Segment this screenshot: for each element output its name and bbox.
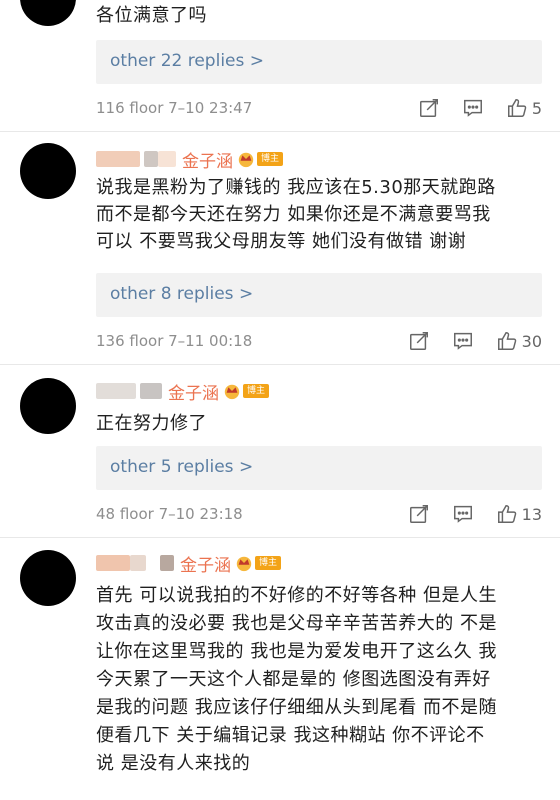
comment-line: 各位满意了吗: [96, 5, 207, 26]
divider: [0, 537, 560, 538]
like-count: 5: [531, 98, 542, 118]
poster-name[interactable]: 金子涵: [180, 551, 231, 576]
floor-info: 48 floor 7–10 23:18: [96, 505, 243, 523]
comment-line: 说 是没有人来找的: [96, 753, 251, 774]
replies-link[interactable]: other 5 replies >: [110, 457, 253, 477]
poster-name[interactable]: 金子涵: [182, 147, 233, 172]
comment-line: 让你在这里骂我的 我也是为爱发电开了这么久 我: [96, 641, 497, 662]
comment-line: 首先 可以说我拍的不好修的不好等各种 但是人生: [96, 585, 497, 606]
blurred-username: [144, 151, 158, 167]
comment-line: 正在努力修了: [96, 413, 207, 434]
comment-header: 金子涵 博主: [96, 551, 282, 576]
edit-icon: [409, 505, 428, 523]
like-count: 13: [521, 504, 542, 524]
like-button[interactable]: 5: [506, 97, 542, 119]
divider: [0, 131, 560, 132]
comment-meta: 116 floor 7–10 23:47 5: [96, 96, 542, 120]
floor-info: 116 floor 7–10 23:47: [96, 99, 253, 117]
comment-line: 便看几下 关于编辑记录 我这种糊站 你不评论不: [96, 725, 485, 746]
comment-line: 攻击真的没必要 我也是父母辛辛苦苦养大的 不是: [96, 613, 497, 634]
comment-text: 正在努力修了: [96, 410, 540, 437]
comment-button[interactable]: [452, 503, 474, 525]
share-button[interactable]: [408, 503, 430, 525]
edit-icon: [419, 99, 438, 117]
blurred-username: [96, 555, 130, 571]
comment-header: 金子涵 博主: [96, 379, 270, 404]
comment-header: 金子涵 博主: [96, 147, 284, 172]
replies-link[interactable]: other 22 replies >: [110, 51, 264, 71]
blurred-username: [130, 555, 146, 571]
avatar[interactable]: [20, 378, 76, 434]
avatar[interactable]: [20, 550, 76, 606]
crown-icon: [224, 384, 240, 400]
comment-line: 说我是黑粉为了赚钱的 我应该在5.30那天就跑路: [96, 177, 496, 198]
like-button[interactable]: 30: [496, 330, 542, 352]
avatar[interactable]: [20, 0, 76, 26]
thumbs-up-icon: [507, 99, 527, 117]
comment-meta: 136 floor 7–11 00:18 30: [96, 329, 542, 353]
comment-icon: [463, 99, 482, 117]
replies-box[interactable]: other 5 replies >: [96, 446, 542, 490]
edit-icon: [409, 332, 428, 350]
replies-link[interactable]: other 8 replies >: [110, 284, 253, 304]
comment-meta: 48 floor 7–10 23:18 13: [96, 502, 542, 526]
avatar[interactable]: [20, 143, 76, 199]
author-badge: 博主: [257, 152, 284, 166]
blurred-username: [160, 555, 174, 571]
like-count: 30: [521, 331, 542, 351]
comment-text: 各位满意了吗: [96, 2, 540, 29]
blurred-username: [140, 383, 162, 399]
comment-text: 首先 可以说我拍的不好修的不好等各种 但是人生 攻击真的没必要 我也是父母辛辛苦…: [96, 582, 540, 778]
comment-icon: [453, 505, 472, 523]
replies-box[interactable]: other 22 replies >: [96, 40, 542, 84]
comment-line: 而不是都今天还在努力 如果你还是不满意要骂我: [96, 204, 491, 225]
comment-line: 是我的问题 我应该仔仔细细从头到尾看 而不是随: [96, 697, 497, 718]
poster-name[interactable]: 金子涵: [168, 379, 219, 404]
share-button[interactable]: [418, 97, 440, 119]
divider: [0, 364, 560, 365]
thumbs-up-icon: [497, 505, 516, 523]
share-button[interactable]: [408, 330, 430, 352]
thumbs-up-icon: [497, 332, 516, 350]
comment-button[interactable]: [452, 330, 474, 352]
floor-info: 136 floor 7–11 00:18: [96, 332, 253, 350]
author-badge: 博主: [243, 384, 270, 398]
blurred-username: [96, 383, 136, 399]
author-badge: 博主: [255, 556, 282, 570]
crown-icon: [236, 556, 252, 572]
blurred-username: [158, 151, 176, 167]
blurred-username: [96, 151, 140, 167]
crown-icon: [238, 152, 254, 168]
comment-icon: [453, 332, 472, 350]
comment-line: 可以 不要骂我父母朋友等 她们没有做错 谢谢: [96, 231, 467, 252]
comment-button[interactable]: [462, 97, 484, 119]
comment-text: 说我是黑粉为了赚钱的 我应该在5.30那天就跑路 而不是都今天还在努力 如果你还…: [96, 174, 540, 255]
comment-line: 今天累了一天这个人都是晕的 修图选图没有弄好: [96, 669, 491, 690]
like-button[interactable]: 13: [496, 503, 542, 525]
replies-box[interactable]: other 8 replies >: [96, 273, 542, 317]
